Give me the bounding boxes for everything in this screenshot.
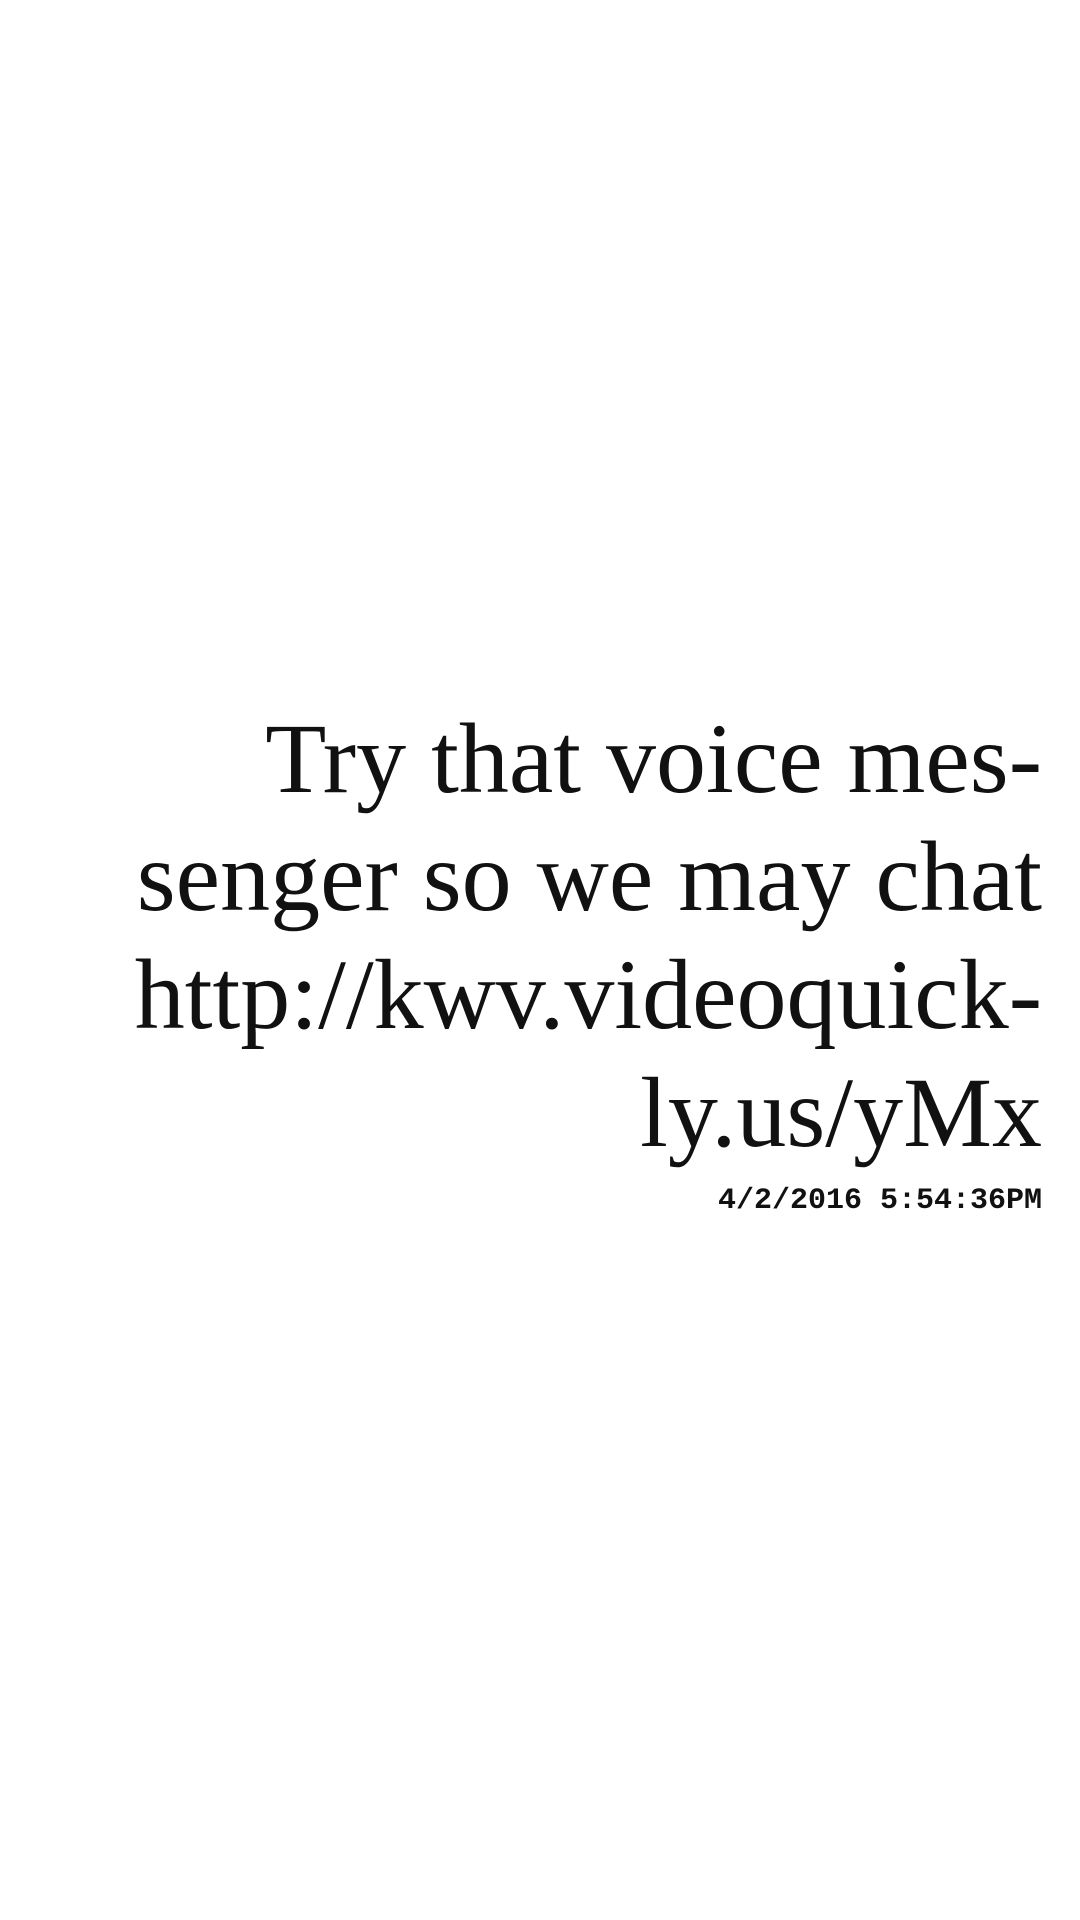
message-line-2: senger so we may chat xyxy=(136,821,1042,932)
message-link-line-1[interactable]: http://kwv.videoquick- xyxy=(40,936,1042,1054)
message-line-1: Try that voice mes- xyxy=(265,703,1042,814)
message-timestamp: 4/2/2016 5:54:36PM xyxy=(717,1184,1042,1218)
message-link-line-2[interactable]: ly.us/yMx xyxy=(40,1054,1042,1172)
message-bubble: Try that voice mes- senger so we may cha… xyxy=(40,700,1042,1220)
